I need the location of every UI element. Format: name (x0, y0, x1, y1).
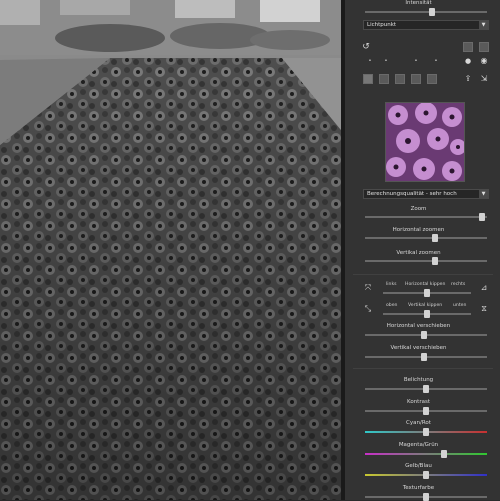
vshift-knob[interactable] (420, 353, 427, 361)
undo-icon[interactable]: ↺ (361, 42, 371, 52)
flip-h-knob[interactable] (424, 289, 430, 297)
texture-color-slider[interactable] (365, 493, 487, 501)
hshift-label: Horizontal verschieben (386, 323, 451, 329)
vzoom-slider[interactable] (365, 257, 487, 265)
point-icon-2[interactable]: • (381, 56, 391, 66)
cyan-red-slider[interactable] (365, 428, 487, 436)
hzoom-label: Horizontal zoomen (392, 227, 445, 233)
magenta-green-label: Magenta/Grün (398, 442, 439, 448)
save-icon[interactable]: ⇲ (479, 74, 489, 84)
divider (353, 368, 493, 369)
intensity-label: Intensität (405, 0, 432, 6)
intensity-slider[interactable] (365, 8, 487, 16)
photo-preview (0, 0, 341, 500)
exposure-slider[interactable] (365, 385, 487, 393)
chevron-down-icon: ▼ (479, 21, 488, 29)
point-icon-4[interactable]: • (431, 56, 441, 66)
hzoom-slider[interactable] (365, 234, 487, 242)
hzoom-knob[interactable] (431, 234, 438, 242)
flip-v-label: Vertikal kippen (408, 303, 443, 308)
point-icon[interactable]: • (365, 56, 375, 66)
effects-panel: Intensität Lichtpunkt ▼ ↺ • • • • ● ◉ ⇪ … (345, 0, 500, 501)
image-canvas[interactable] (0, 0, 341, 500)
yellow-blue-slider[interactable] (365, 471, 487, 479)
toggle-mode-button[interactable] (463, 42, 473, 52)
divider (353, 274, 493, 275)
point-icon-3[interactable]: • (411, 56, 421, 66)
exposure-label: Belichtung (403, 377, 434, 383)
zoom-knob[interactable] (479, 213, 486, 221)
grid-button[interactable] (379, 74, 389, 84)
zoom-label: Zoom (410, 206, 427, 212)
hshift-slider[interactable] (365, 331, 487, 339)
flip-vertical-icon[interactable]: ⤡ (363, 304, 373, 314)
flip-vertical-icon-2[interactable]: ⧖ (479, 304, 489, 314)
mode-dropdown-value: Lichtpunkt (367, 22, 397, 28)
vshift-label: Vertikal verschieben (390, 345, 447, 351)
magenta-green-knob[interactable] (441, 450, 448, 458)
hshift-knob[interactable] (420, 331, 427, 339)
contrast-knob[interactable] (423, 407, 429, 415)
flip-vertical-slider[interactable] (383, 310, 471, 318)
flip-h-right-label: rechts (451, 282, 466, 287)
flip-horizontal-icon-2[interactable]: ⊿ (479, 283, 489, 293)
texture-preview[interactable] (385, 102, 465, 182)
mode-dropdown[interactable]: Lichtpunkt ▼ (363, 20, 489, 30)
circle-icon[interactable]: ● (463, 56, 473, 66)
grid-button-2[interactable] (395, 74, 405, 84)
toggle-mode-button-2[interactable] (479, 42, 489, 52)
vzoom-label: Vertikal zoomen (396, 250, 441, 256)
intensity-knob[interactable] (429, 8, 436, 16)
quality-dropdown[interactable]: Berechnungsqualität - sehr hoch ▼ (363, 189, 489, 199)
flip-v-left-label: oben (386, 303, 398, 308)
yellow-blue-knob[interactable] (423, 471, 429, 479)
texture-color-label: Texturfarbe (402, 485, 435, 491)
cyan-red-knob[interactable] (423, 428, 429, 436)
vzoom-knob[interactable] (431, 257, 438, 265)
flip-v-right-label: unten (453, 303, 467, 308)
contrast-label: Kontrast (407, 399, 430, 405)
flip-v-knob[interactable] (424, 310, 430, 318)
flip-horizontal-slider[interactable] (383, 289, 471, 297)
zoom-slider[interactable] (365, 213, 487, 221)
contrast-slider[interactable] (365, 407, 487, 415)
flip-horizontal-icon[interactable]: ⤧ (363, 283, 373, 293)
vshift-slider[interactable] (365, 353, 487, 361)
export-icon[interactable]: ⇪ (463, 74, 473, 84)
exposure-knob[interactable] (423, 385, 429, 393)
grid-button-4[interactable] (427, 74, 437, 84)
yellow-blue-label: Gelb/Blau (405, 463, 432, 469)
grid-button-3[interactable] (411, 74, 421, 84)
chevron-down-icon: ▼ (479, 190, 488, 198)
flip-h-label: Horizontal kippen (405, 282, 446, 287)
magenta-green-slider[interactable] (365, 450, 487, 458)
sphere-icon[interactable]: ◉ (479, 56, 489, 66)
flip-h-left-label: links (386, 282, 397, 287)
quality-dropdown-value: Berechnungsqualität - sehr hoch (367, 191, 457, 197)
cyan-red-label: Cyan/Rot (406, 420, 431, 426)
load-texture-button[interactable] (363, 74, 373, 84)
